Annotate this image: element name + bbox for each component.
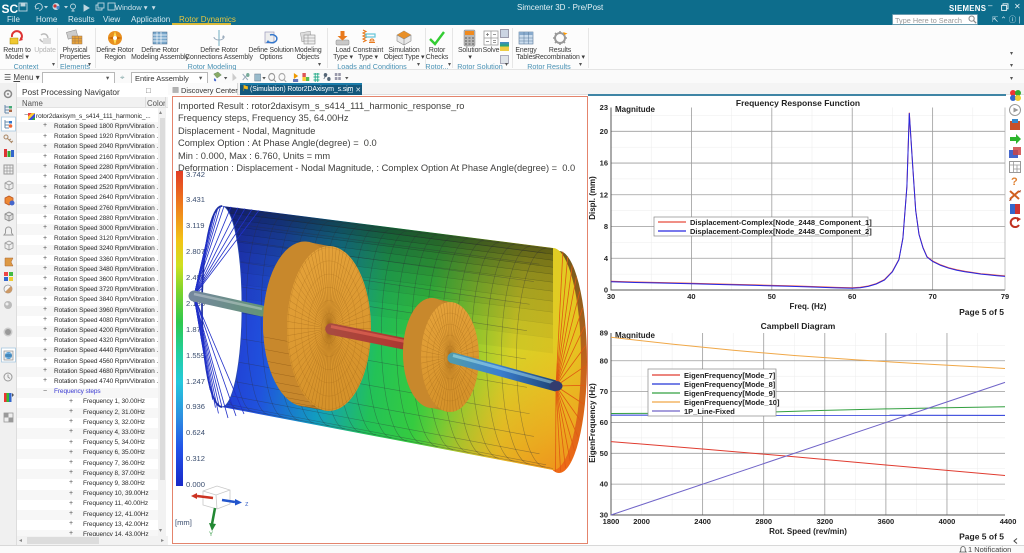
svg-text:20: 20 bbox=[600, 127, 608, 136]
svg-text:50: 50 bbox=[600, 449, 608, 458]
svg-text:3200: 3200 bbox=[816, 517, 833, 526]
svg-text:Rot. Speed (rev/min): Rot. Speed (rev/min) bbox=[769, 527, 847, 536]
svg-text:EigenFrequency[Mode_9]: EigenFrequency[Mode_9] bbox=[684, 389, 776, 398]
svg-text:1P_Line-Fixed: 1P_Line-Fixed bbox=[684, 407, 735, 416]
svg-text:4000: 4000 bbox=[939, 517, 956, 526]
svg-text:1800: 1800 bbox=[603, 517, 620, 526]
svg-text:80: 80 bbox=[600, 356, 608, 365]
svg-text:Page 5 of 5: Page 5 of 5 bbox=[959, 307, 1004, 317]
svg-text:Freq. (Hz): Freq. (Hz) bbox=[790, 302, 827, 311]
svg-text:2000: 2000 bbox=[633, 517, 650, 526]
svg-text:EigenFrequency[Mode_10]: EigenFrequency[Mode_10] bbox=[684, 398, 780, 407]
svg-text:Magnitude: Magnitude bbox=[615, 105, 656, 114]
svg-text:Displacement-Complex[Node_2448: Displacement-Complex[Node_2448_Component… bbox=[690, 227, 872, 236]
svg-text:EigenFrequency[Mode_7]: EigenFrequency[Mode_7] bbox=[684, 371, 776, 380]
svg-text:23: 23 bbox=[600, 103, 608, 112]
svg-text:60: 60 bbox=[848, 292, 856, 301]
svg-text:60: 60 bbox=[600, 418, 608, 427]
svg-text:Page 5 of 5: Page 5 of 5 bbox=[959, 532, 1004, 542]
svg-text:Displacement-Complex[Node_2448: Displacement-Complex[Node_2448_Component… bbox=[690, 218, 872, 227]
svg-text:Campbell Diagram: Campbell Diagram bbox=[761, 321, 836, 331]
svg-text:4400: 4400 bbox=[1000, 517, 1017, 526]
svg-text:70: 70 bbox=[928, 292, 936, 301]
svg-text:8: 8 bbox=[604, 222, 608, 231]
svg-text:EigenFrequency[Mode_8]: EigenFrequency[Mode_8] bbox=[684, 380, 776, 389]
svg-text:2400: 2400 bbox=[694, 517, 711, 526]
svg-text:EigenFrequency (Hz): EigenFrequency (Hz) bbox=[588, 383, 597, 463]
svg-text:70: 70 bbox=[600, 387, 608, 396]
svg-text:89: 89 bbox=[600, 329, 608, 338]
svg-text:?: ? bbox=[1011, 176, 1018, 187]
svg-text:2800: 2800 bbox=[755, 517, 772, 526]
svg-text:Frequency Response Function: Frequency Response Function bbox=[736, 98, 860, 108]
svg-text:40: 40 bbox=[600, 480, 608, 489]
svg-text:Displ. (mm): Displ. (mm) bbox=[588, 176, 597, 220]
svg-text:79: 79 bbox=[1001, 292, 1009, 301]
svg-text:4: 4 bbox=[604, 254, 609, 263]
svg-text:16: 16 bbox=[600, 159, 608, 168]
svg-text:50: 50 bbox=[768, 292, 776, 301]
svg-text:40: 40 bbox=[687, 292, 695, 301]
svg-text:3600: 3600 bbox=[878, 517, 895, 526]
svg-text:12: 12 bbox=[600, 190, 608, 199]
svg-text:30: 30 bbox=[607, 292, 615, 301]
